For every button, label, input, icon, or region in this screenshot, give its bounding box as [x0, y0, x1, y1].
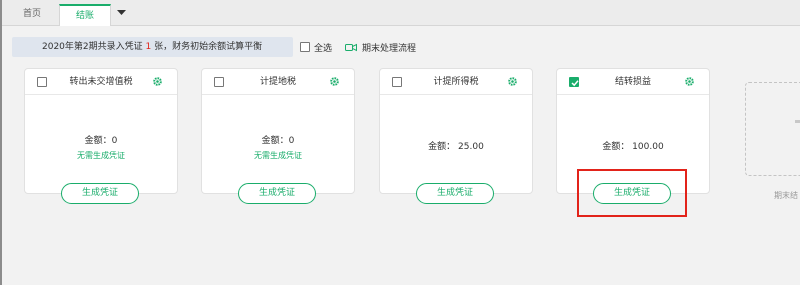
card-header: 计提所得税 [380, 69, 532, 95]
add-card-label: 期末结 [774, 191, 798, 200]
generate-voucher-button[interactable]: 生成凭证 [61, 183, 139, 204]
tab-bar: 首页 结账 [2, 0, 800, 26]
info-suffix: 张，财务初始余额试算平衡 [151, 42, 263, 52]
card-amount: 金额：0 [261, 136, 295, 146]
select-all-box[interactable] [300, 42, 310, 52]
flow-label: 期末处理流程 [362, 43, 417, 54]
card-note: 无需生成凭证 [254, 151, 302, 160]
info-prefix: 2020年第2期共录入凭证 [42, 42, 146, 52]
tab-home[interactable]: 首页 [10, 4, 54, 26]
card-local-tax: 计提地税 金额：0 无需生成凭证 [201, 68, 355, 194]
add-period-end-card[interactable] [745, 82, 800, 176]
gear-icon[interactable] [152, 76, 163, 87]
card-amount: 金额：0 [84, 136, 118, 146]
caret-down-icon [116, 10, 126, 15]
select-all-label: 全选 [314, 43, 333, 54]
gear-icon[interactable] [507, 76, 518, 87]
generate-voucher-button[interactable]: 生成凭证 [416, 183, 494, 204]
gear-icon[interactable] [684, 76, 695, 87]
period-info-bar: 2020年第2期共录入凭证 1 张，财务初始余额试算平衡 [12, 37, 293, 57]
select-all-checkbox[interactable]: 全选 [300, 38, 332, 56]
card-amount: 金额： 100.00 [602, 142, 664, 152]
plus-icon [795, 120, 800, 123]
card-note: 无需生成凭证 [77, 151, 125, 160]
camera-icon [345, 43, 357, 52]
generate-voucher-button[interactable]: 生成凭证 [238, 183, 316, 204]
tab-dropdown-button[interactable] [112, 4, 130, 25]
window-edge [0, 0, 2, 285]
card-header: 转出未交增值税 [25, 69, 177, 95]
card-amount: 金额： 25.00 [428, 142, 484, 152]
card-header: 结转损益 [557, 69, 709, 95]
card-income-tax: 计提所得税 金额： 25.00 [379, 68, 533, 194]
gear-icon[interactable] [329, 76, 340, 87]
card-vat-transfer: 转出未交增值税 金额：0 无需生成凭证 [24, 68, 178, 194]
tab-checkout[interactable]: 结账 [59, 4, 111, 26]
card-header: 计提地税 [202, 69, 354, 95]
highlight-annotation [577, 169, 687, 217]
period-end-flow-link[interactable]: 期末处理流程 [345, 38, 416, 56]
